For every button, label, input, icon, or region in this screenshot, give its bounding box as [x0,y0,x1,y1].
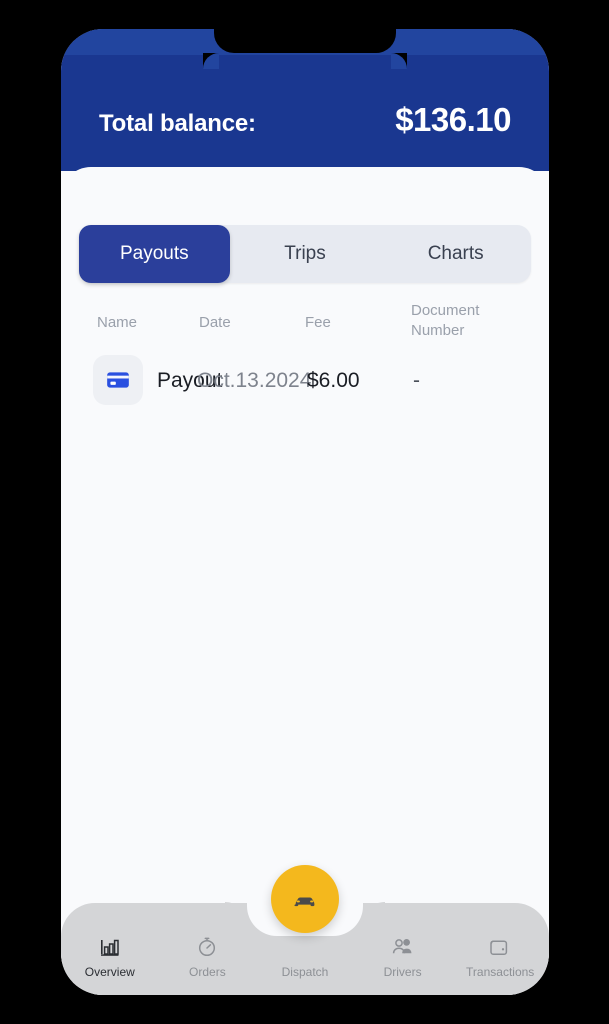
nav-item-drivers[interactable]: Drivers [354,903,452,995]
table-header-row: Name Date Fee Document Number [79,297,539,349]
tab-trips-label: Trips [284,243,326,264]
people-icon [390,933,416,961]
nav-label-drivers: Drivers [383,965,422,979]
cell-document-number: - [413,369,420,392]
nav-label-orders: Orders [189,965,226,979]
car-icon [294,897,315,907]
wallet-icon [487,933,513,961]
notch-corner-right [391,53,407,69]
nav-item-transactions[interactable]: Transactions [451,903,549,995]
dispatch-fab-button[interactable] [271,865,339,933]
screenshot-root: Total balance: $136.10 Payouts Trips Cha… [0,0,609,1024]
balance-amount: $136.10 [395,101,511,138]
nav-label-dispatch: Dispatch [281,965,329,979]
nav-label-transactions: Transactions [466,965,535,979]
bottom-navigation: Overview Orders Dispatch Drivers Transac… [61,865,549,995]
content-sheet: Payouts Trips Charts Name Date Fee Docum… [61,167,549,995]
tab-bar: Payouts Trips Charts [79,225,531,283]
column-header-name: Name [97,314,138,331]
balance-label: Total balance: [99,110,256,137]
notch-corner-left [203,53,219,69]
bar-chart-icon [98,933,122,961]
device-notch [214,29,396,53]
tab-payouts[interactable]: Payouts [79,225,230,283]
column-header-document-number: Document Number [411,302,480,339]
tab-charts-label: Charts [427,243,484,264]
column-header-date: Date [199,314,231,331]
stopwatch-icon [195,933,219,961]
nav-item-overview[interactable]: Overview [61,903,159,995]
tab-payouts-label: Payouts [120,243,189,264]
cell-date: Oct.13.2024 [197,369,312,392]
table-row[interactable]: Payout Oct.13.2024 $6.00 - [79,349,539,421]
credit-card-icon [93,355,143,405]
payouts-table: Name Date Fee Document Number Payout Oct… [79,297,539,421]
nav-label-overview: Overview [84,965,135,979]
nav-item-orders[interactable]: Orders [159,903,257,995]
balance-header: Total balance: $136.10 [61,29,549,171]
balance-row: Total balance: $136.10 [61,101,549,139]
tab-trips[interactable]: Trips [230,225,381,283]
column-header-fee: Fee [305,314,331,331]
phone-frame: Total balance: $136.10 Payouts Trips Cha… [61,29,549,995]
tab-charts[interactable]: Charts [380,225,531,283]
cell-fee: $6.00 [307,369,360,392]
